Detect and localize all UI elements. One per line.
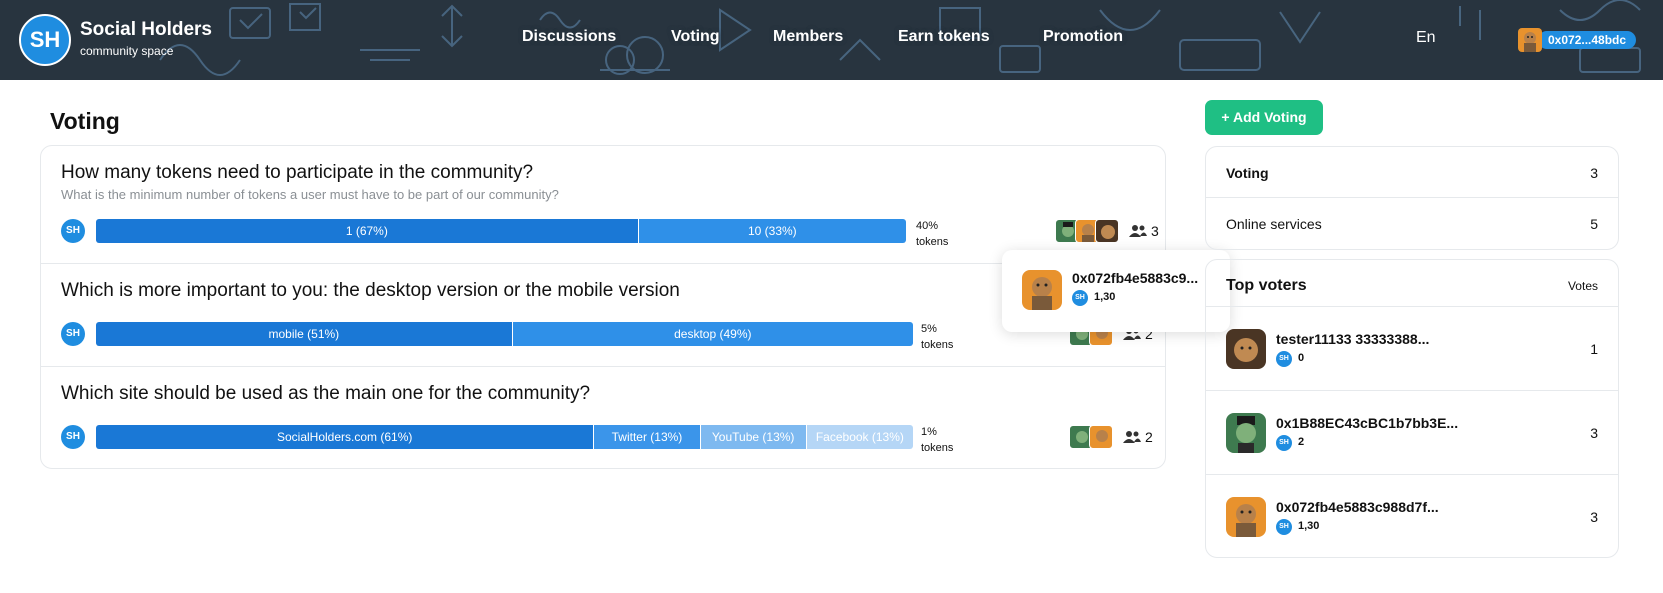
stat-voting[interactable]: Voting 3 xyxy=(1206,147,1618,198)
voter-votes: 1 xyxy=(1590,341,1598,357)
voter-votes: 3 xyxy=(1590,509,1598,525)
voter-name: 0x1B88EC43cBC1b7bb3E... xyxy=(1276,415,1459,431)
brand-subtitle: community space xyxy=(80,44,174,58)
wallet-button[interactable]: 0x072...48bdc xyxy=(1518,28,1637,52)
nav-promotion[interactable]: Promotion xyxy=(1043,28,1123,46)
nav-voting[interactable]: Voting xyxy=(671,28,720,46)
poll-question[interactable]: Which is more important to you: the desk… xyxy=(61,280,680,302)
page-title: Voting xyxy=(50,108,120,134)
votes-header: Votes xyxy=(1567,279,1598,293)
voting-stats-card: Voting 3 Online services 5 xyxy=(1205,146,1619,250)
voter-avatar[interactable] xyxy=(1095,219,1119,243)
wallet-avatar xyxy=(1518,28,1542,52)
voter-balance: 1,30 xyxy=(1298,520,1320,532)
quorum-info: 5% tokens xyxy=(921,321,953,353)
quorum-percent: 5% xyxy=(921,323,937,335)
voter-avatar xyxy=(1226,413,1266,453)
polls-list: How many tokens need to participate in t… xyxy=(40,145,1166,469)
poll-item[interactable]: How many tokens need to participate in t… xyxy=(41,146,1165,264)
language-switch[interactable]: En xyxy=(1416,29,1436,47)
tooltip-token-badge: SH xyxy=(1072,290,1088,306)
tooltip-balance: 1,30 xyxy=(1094,291,1116,303)
poll-description: What is the minimum number of tokens a u… xyxy=(61,187,559,202)
poll-option-segment[interactable]: desktop (49%) xyxy=(512,322,913,346)
nav-members[interactable]: Members xyxy=(773,28,843,46)
poll-results-bar: SocialHolders.com (61%) Twitter (13%) YouT… xyxy=(96,425,913,449)
tooltip-avatar xyxy=(1022,270,1062,310)
voter-tooltip: 0x072fb4e5883c9... SH 1,30 xyxy=(1002,250,1230,332)
quorum-unit: tokens xyxy=(921,442,954,454)
quorum-percent: 1% xyxy=(921,426,937,438)
top-voters-title: Top voters xyxy=(1226,277,1307,294)
poll-question[interactable]: How many tokens need to participate in t… xyxy=(61,162,533,184)
quorum-unit: tokens xyxy=(921,339,954,351)
poll-option-segment[interactable]: Facebook (13%) xyxy=(806,425,913,449)
voter-count: 2 xyxy=(1145,429,1153,445)
token-badge: SH xyxy=(1276,519,1292,535)
voter-balance: 2 xyxy=(1298,436,1305,448)
poll-results-bar: 1 (67%) 10 (33%) xyxy=(96,219,906,243)
stat-label: Online services xyxy=(1226,216,1322,232)
voter-votes: 3 xyxy=(1590,425,1598,441)
wallet-address: 0x072...48bdc xyxy=(1538,31,1637,49)
voters-group[interactable]: 2 xyxy=(1069,425,1153,449)
quorum-info: 40% tokens xyxy=(916,218,948,250)
stat-count: 3 xyxy=(1590,165,1598,181)
poll-option-segment[interactable]: mobile (51%) xyxy=(96,322,513,346)
token-badge: SH xyxy=(61,425,85,449)
top-voter-row[interactable]: 0x072fb4e5883c988d7f... SH 1,30 3 xyxy=(1206,475,1618,559)
voter-avatar[interactable] xyxy=(1089,425,1113,449)
voter-name: 0x072fb4e5883c988d7f... xyxy=(1276,499,1439,515)
poll-option-segment[interactable]: YouTube (13%) xyxy=(700,425,807,449)
tooltip-name: 0x072fb4e5883c9... xyxy=(1072,270,1199,286)
token-badge: SH xyxy=(1276,435,1292,451)
voters-group[interactable]: 3 xyxy=(1055,219,1159,243)
quorum-unit: tokens xyxy=(916,236,949,248)
logo[interactable]: SH xyxy=(19,14,71,66)
add-voting-button[interactable]: + Add Voting xyxy=(1205,100,1323,135)
poll-option-segment[interactable]: 1 (67%) xyxy=(96,219,639,243)
stat-label: Voting xyxy=(1226,165,1269,181)
top-header: SH Social Holders community space Discus… xyxy=(0,0,1663,80)
voter-avatar xyxy=(1226,329,1266,369)
nav-discussions[interactable]: Discussions xyxy=(522,28,616,46)
people-icon xyxy=(1129,225,1147,237)
quorum-percent: 40% xyxy=(916,220,939,232)
poll-option-segment[interactable]: Twitter (13%) xyxy=(594,425,701,449)
voter-name: tester11133 33333388... xyxy=(1276,331,1430,347)
poll-option-segment[interactable]: SocialHolders.com (61%) xyxy=(96,425,595,449)
poll-item[interactable]: Which is more important to you: the desk… xyxy=(41,264,1165,367)
voter-balance: 0 xyxy=(1298,352,1305,364)
brand-title[interactable]: Social Holders xyxy=(80,19,212,41)
top-voter-row[interactable]: tester11133 33333388... SH 0 1 xyxy=(1206,307,1618,391)
people-icon xyxy=(1123,431,1141,443)
quorum-info: 1% tokens xyxy=(921,424,953,456)
poll-option-segment[interactable]: 10 (33%) xyxy=(638,219,906,243)
token-badge: SH xyxy=(1276,351,1292,367)
poll-results-bar: mobile (51%) desktop (49%) xyxy=(96,322,913,346)
token-badge: SH xyxy=(61,322,85,346)
stat-count: 5 xyxy=(1590,216,1598,232)
stat-online-services[interactable]: Online services 5 xyxy=(1206,198,1618,249)
nav-earn-tokens[interactable]: Earn tokens xyxy=(898,28,990,46)
token-badge: SH xyxy=(61,219,85,243)
top-voters-card: Top voters Votes tester11133 33333388...… xyxy=(1205,259,1619,558)
poll-item[interactable]: Which site should be used as the main on… xyxy=(41,367,1165,468)
voter-count: 3 xyxy=(1151,223,1159,239)
voter-avatar xyxy=(1226,497,1266,537)
poll-question[interactable]: Which site should be used as the main on… xyxy=(61,383,590,405)
top-voter-row[interactable]: 0x1B88EC43cBC1b7bb3E... SH 2 3 xyxy=(1206,391,1618,475)
